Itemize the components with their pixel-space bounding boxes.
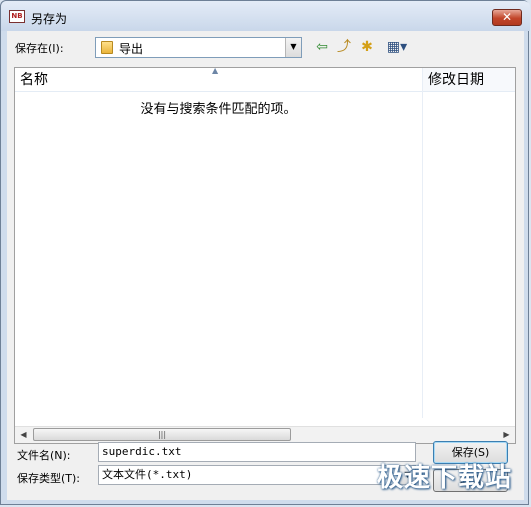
app-icon: NB <box>9 10 25 23</box>
save-as-dialog: NB 另存为 ✕ 保存在(I): 导出 ▼ ⇦ ⤴ ✱ ▦▾ 名称 ▲ 修改日期… <box>0 0 530 505</box>
empty-list-message: 没有与搜索条件匹配的项。 <box>140 102 297 117</box>
filename-input[interactable]: superdic.txt <box>98 442 416 462</box>
window-title: 另存为 <box>31 12 68 26</box>
file-list[interactable]: 名称 ▲ 修改日期 没有与搜索条件匹配的项。 ◀ ||| ▶ <box>14 66 516 444</box>
column-header-modified-date[interactable]: 修改日期 <box>423 68 515 92</box>
scrollbar-thumb[interactable]: ||| <box>33 428 291 441</box>
site-watermark: 极速下载站 <box>376 463 512 493</box>
title-bar[interactable]: NB 另存为 ✕ <box>1 1 530 31</box>
view-menu-icon[interactable]: ▦▾ <box>382 38 412 56</box>
sort-ascending-icon: ▲ <box>212 66 219 75</box>
filetype-value: 文本文件(*.txt) <box>102 468 193 481</box>
save-in-value: 导出 <box>119 42 144 56</box>
up-folder-icon[interactable]: ⤴ <box>335 38 353 56</box>
save-in-combobox[interactable]: 导出 ▼ <box>95 37 302 58</box>
filetype-label: 保存类型(T): <box>17 472 81 485</box>
new-folder-icon[interactable]: ✱ <box>358 38 376 56</box>
column-divider <box>422 68 423 418</box>
filetype-combobox[interactable]: 文本文件(*.txt) ▼ <box>98 465 416 485</box>
column-header-name[interactable]: 名称 <box>15 68 422 92</box>
filename-label: 文件名(N): <box>17 449 71 462</box>
scroll-left-icon[interactable]: ◀ <box>15 427 32 443</box>
back-arrow-icon[interactable]: ⇦ <box>313 38 331 56</box>
chevron-down-icon[interactable]: ▼ <box>285 38 301 57</box>
close-button[interactable]: ✕ <box>492 9 522 26</box>
save-in-label: 保存在(I): <box>15 42 64 55</box>
folder-icon <box>101 41 113 54</box>
dialog-body: 保存在(I): 导出 ▼ ⇦ ⤴ ✱ ▦▾ 名称 ▲ 修改日期 没有与搜索条件匹… <box>7 31 524 500</box>
